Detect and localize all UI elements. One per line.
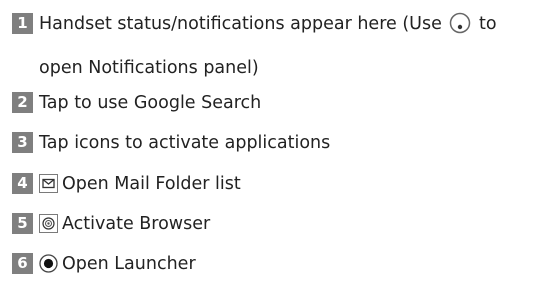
item-text-line2: open Notifications panel) bbox=[39, 58, 259, 78]
item-description: Open Mail Folder list bbox=[39, 172, 538, 196]
item-text-part: to bbox=[473, 14, 497, 34]
item-number-badge: 1 bbox=[12, 13, 33, 34]
list-item: 1 Handset status/notifications appear he… bbox=[12, 12, 538, 91]
item-number-badge: 3 bbox=[12, 132, 33, 153]
item-number-badge: 2 bbox=[12, 92, 33, 113]
item-text-part: Open Mail Folder list bbox=[62, 174, 241, 194]
item-text-part: Activate Browser bbox=[62, 214, 211, 234]
notification-circle-icon bbox=[449, 12, 471, 41]
list-item: 4 Open Mail Folder list bbox=[12, 172, 538, 212]
callout-list: 1 Handset status/notifications appear he… bbox=[12, 12, 538, 282]
launcher-dot-icon bbox=[39, 254, 58, 273]
item-number-badge: 4 bbox=[12, 173, 33, 194]
browser-globe-icon bbox=[39, 214, 58, 233]
item-number-badge: 6 bbox=[12, 253, 33, 274]
list-item: 3 Tap icons to activate applications bbox=[12, 131, 538, 172]
item-number-badge: 5 bbox=[12, 213, 33, 234]
list-item: 5 Activate Browser bbox=[12, 212, 538, 252]
list-item: 2 Tap to use Google Search bbox=[12, 91, 538, 131]
mail-icon bbox=[39, 174, 58, 193]
list-item: 6 Open Launcher bbox=[12, 252, 538, 282]
item-description: Handset status/notifications appear here… bbox=[39, 12, 538, 80]
item-description: Tap icons to activate applications bbox=[39, 133, 331, 153]
item-description: Tap to use Google Search bbox=[39, 93, 262, 113]
item-description: Open Launcher bbox=[39, 252, 538, 276]
item-text-part: Handset status/notifications appear here… bbox=[39, 14, 448, 34]
item-description: Activate Browser bbox=[39, 212, 538, 236]
item-text-part: Open Launcher bbox=[62, 254, 196, 274]
